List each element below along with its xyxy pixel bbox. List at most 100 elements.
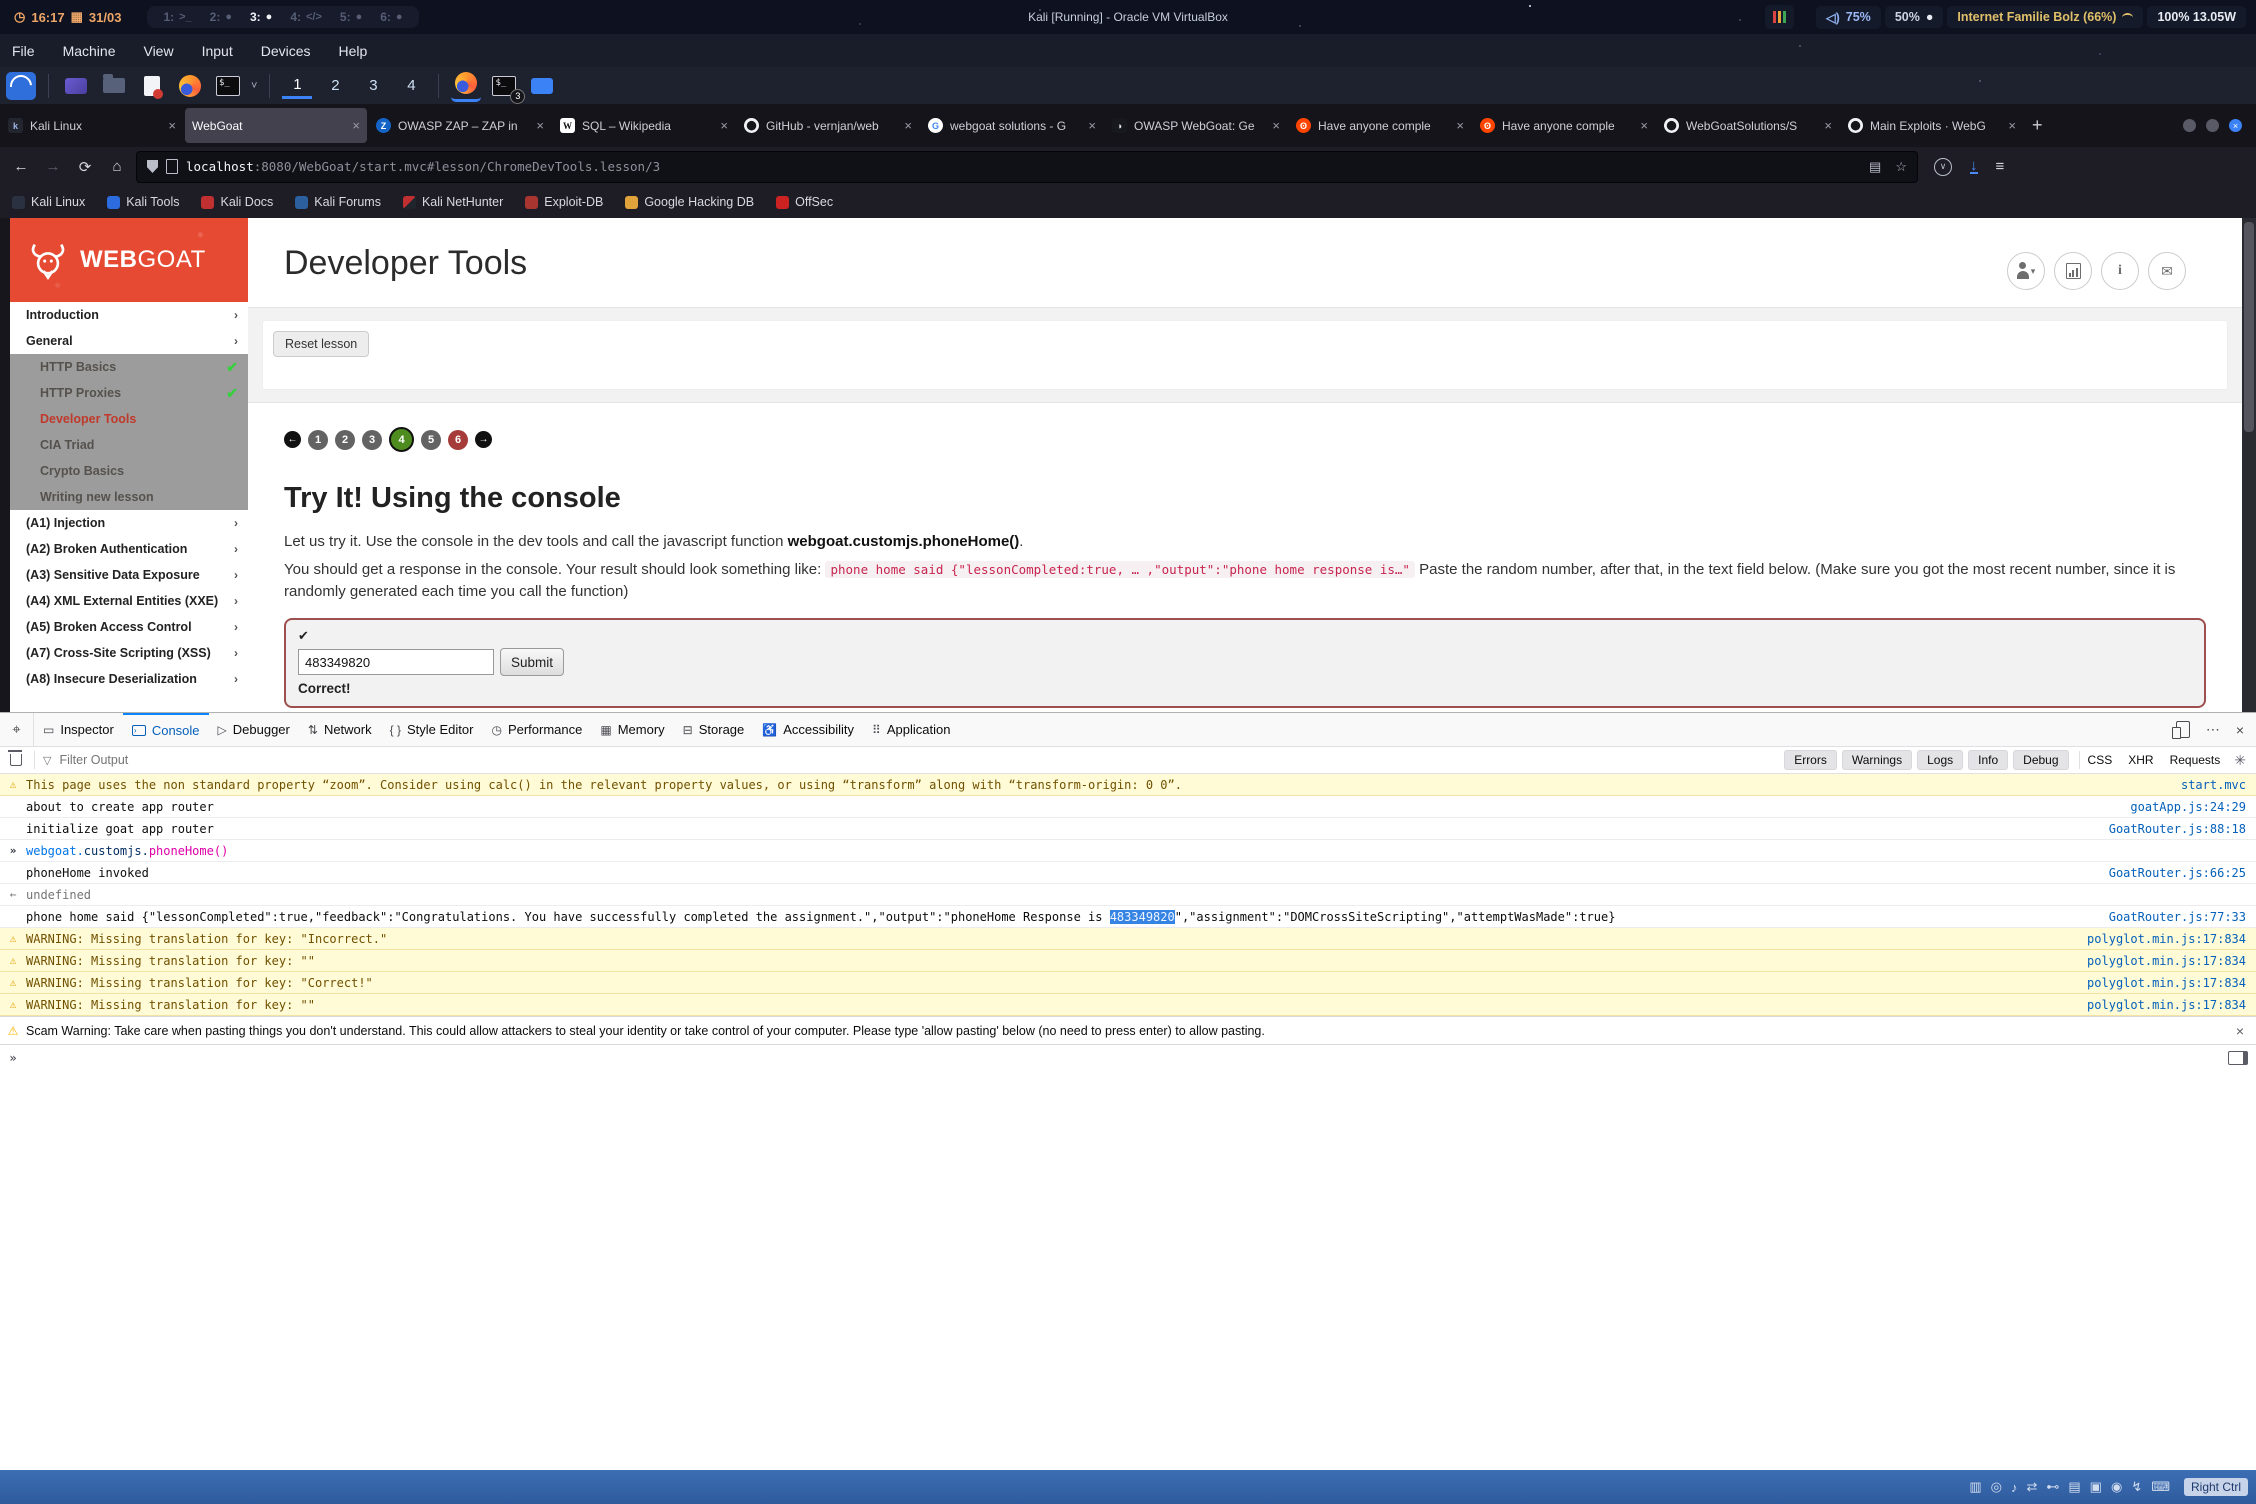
page-1-button[interactable]: 1 bbox=[308, 430, 328, 450]
source-link[interactable]: goatApp.js:24:29 bbox=[2120, 800, 2256, 814]
shared-folders-icon[interactable]: ▤ bbox=[2068, 1479, 2080, 1495]
source-link[interactable]: polyglot.min.js:17:834 bbox=[2077, 954, 2256, 968]
page-2-button[interactable]: 2 bbox=[335, 430, 355, 450]
taskbar-firefox-button[interactable] bbox=[451, 69, 481, 102]
page-scrollbar[interactable] bbox=[2242, 218, 2256, 712]
devtools-menu-icon[interactable]: ⋯ bbox=[2206, 721, 2220, 738]
split-console-icon[interactable] bbox=[2228, 1051, 2248, 1065]
source-link[interactable]: GoatRouter.js:77:33 bbox=[2099, 910, 2256, 924]
prev-page-button[interactable]: ← bbox=[284, 431, 301, 448]
power-indicator[interactable]: 100% 13.05W bbox=[2147, 6, 2246, 28]
devtools-close-icon[interactable]: × bbox=[2236, 722, 2244, 738]
source-link[interactable]: polyglot.min.js:17:834 bbox=[2077, 976, 2256, 990]
tab-kali-linux[interactable]: kKali Linux× bbox=[1, 108, 183, 143]
console-settings-icon[interactable]: ✳ bbox=[2234, 752, 2246, 769]
page-5-button[interactable]: 5 bbox=[421, 430, 441, 450]
filter-xhr-button[interactable]: XHR bbox=[2128, 753, 2153, 767]
back-button[interactable]: ← bbox=[8, 158, 34, 175]
filter-warnings-button[interactable]: Warnings bbox=[1842, 750, 1912, 770]
bookmark-star-icon[interactable]: ☆ bbox=[1895, 159, 1907, 175]
sidebar-item-cia-triad[interactable]: CIA Triad bbox=[10, 432, 248, 458]
downloads-icon[interactable]: ↓ bbox=[1970, 159, 1978, 174]
filter-errors-button[interactable]: Errors bbox=[1784, 750, 1837, 770]
scoreboard-button[interactable] bbox=[2054, 252, 2092, 290]
hdd-icon[interactable]: ▥ bbox=[1969, 1479, 1981, 1495]
console-input-row[interactable]: » bbox=[0, 1045, 2256, 1070]
new-tab-button[interactable]: + bbox=[2032, 115, 2043, 136]
tab-webgoat-solutions-search[interactable]: Gwebgoat solutions - G× bbox=[921, 108, 1103, 143]
sidebar-item-a4-xxe[interactable]: (A4) XML External Entities (XXE)› bbox=[10, 588, 248, 614]
network-indicator[interactable]: Internet Familie Bolz (66%) bbox=[1947, 6, 2143, 28]
menu-view[interactable]: View bbox=[131, 38, 185, 64]
firefox-launcher-button[interactable] bbox=[175, 72, 205, 100]
audio-icon[interactable]: ♪ bbox=[2011, 1480, 2018, 1495]
page-info-icon[interactable] bbox=[166, 159, 178, 174]
sidebar-item-a1-injection[interactable]: (A1) Injection› bbox=[10, 510, 248, 536]
keyboard-indicator-icon[interactable] bbox=[1765, 5, 1794, 29]
sidebar-item-a5-broken-access[interactable]: (A5) Broken Access Control› bbox=[10, 614, 248, 640]
menu-file[interactable]: File bbox=[0, 38, 47, 64]
bookmark-kali-nethunter[interactable]: Kali NetHunter bbox=[403, 195, 503, 209]
taskbar-terminal-button[interactable]: $_3 bbox=[489, 72, 519, 100]
filter-css-button[interactable]: CSS bbox=[2088, 753, 2113, 767]
source-link[interactable]: GoatRouter.js:66:25 bbox=[2099, 866, 2256, 880]
bookmark-exploit-db[interactable]: Exploit-DB bbox=[525, 195, 603, 209]
close-tab-icon[interactable]: × bbox=[720, 118, 728, 133]
responsive-design-icon[interactable] bbox=[2176, 721, 2190, 738]
tab-owasp-zap[interactable]: ZOWASP ZAP – ZAP in× bbox=[369, 108, 551, 143]
filter-output-input[interactable] bbox=[57, 752, 1784, 768]
tracking-protection-shield-icon[interactable] bbox=[147, 160, 158, 173]
close-tab-icon[interactable]: × bbox=[2008, 118, 2016, 133]
text-editor-button[interactable] bbox=[137, 72, 167, 100]
close-tab-icon[interactable]: × bbox=[168, 118, 176, 133]
close-window-button[interactable]: × bbox=[2229, 119, 2242, 132]
submit-button[interactable]: Submit bbox=[500, 648, 564, 676]
close-tab-icon[interactable]: × bbox=[536, 118, 544, 133]
tab-style-editor[interactable]: { }Style Editor bbox=[381, 713, 483, 746]
contact-button[interactable]: ✉ bbox=[2148, 252, 2186, 290]
tab-console-active[interactable]: ›Console bbox=[123, 713, 209, 746]
tab-storage[interactable]: ⊟Storage bbox=[674, 713, 754, 746]
workspace-switcher[interactable]: 1:>_ 2:● 3:● 4:</> 5:● 6:● bbox=[147, 6, 418, 28]
sidebar-item-crypto-basics[interactable]: Crypto Basics bbox=[10, 458, 248, 484]
close-tab-icon[interactable]: × bbox=[352, 118, 360, 133]
menu-help[interactable]: Help bbox=[327, 38, 380, 64]
close-tab-icon[interactable]: × bbox=[1272, 118, 1280, 133]
maximize-button[interactable] bbox=[2206, 119, 2219, 132]
sidebar-item-general[interactable]: General› bbox=[10, 328, 248, 354]
tab-performance[interactable]: ◷Performance bbox=[482, 713, 591, 746]
keyboard-icon[interactable]: ⌨ bbox=[2151, 1479, 2170, 1495]
usb-icon[interactable]: ⊷ bbox=[2046, 1479, 2059, 1495]
close-tab-icon[interactable]: × bbox=[1640, 118, 1648, 133]
downloads-folder-button[interactable] bbox=[527, 72, 557, 100]
menu-devices[interactable]: Devices bbox=[249, 38, 323, 64]
workspace-4[interactable]: 4:</> bbox=[290, 10, 322, 24]
workspace-5[interactable]: 5:● bbox=[340, 10, 362, 24]
minimize-button[interactable] bbox=[2183, 119, 2196, 132]
filter-info-button[interactable]: Info bbox=[1968, 750, 2008, 770]
source-link[interactable]: polyglot.min.js:17:834 bbox=[2077, 932, 2256, 946]
menu-machine[interactable]: Machine bbox=[51, 38, 128, 64]
forward-button[interactable]: → bbox=[40, 158, 66, 175]
workspace-3-active[interactable]: 3:● bbox=[250, 10, 272, 24]
bookmark-google-hacking-db[interactable]: Google Hacking DB bbox=[625, 195, 754, 209]
filter-logs-button[interactable]: Logs bbox=[1917, 750, 1963, 770]
mouse-icon[interactable]: ↯ bbox=[2131, 1479, 2142, 1495]
sidebar-item-writing-new-lesson[interactable]: Writing new lesson bbox=[10, 484, 248, 510]
tab-reddit-2[interactable]: ʘHave anyone comple× bbox=[1473, 108, 1655, 143]
sidebar-item-introduction[interactable]: Introduction› bbox=[10, 302, 248, 328]
next-page-button[interactable]: → bbox=[475, 431, 492, 448]
answer-input[interactable] bbox=[298, 649, 494, 675]
pager-workspace-4[interactable]: 4 bbox=[396, 74, 426, 97]
cd-icon[interactable]: ◎ bbox=[1991, 1479, 2002, 1495]
source-link[interactable]: start.mvc bbox=[2171, 778, 2256, 792]
pick-element-icon[interactable]: ⌖ bbox=[0, 713, 34, 746]
close-tab-icon[interactable]: × bbox=[1088, 118, 1096, 133]
home-button[interactable]: ⌂ bbox=[104, 158, 130, 175]
network-icon[interactable]: ⇄ bbox=[2026, 1479, 2037, 1495]
sidebar-item-http-proxies[interactable]: HTTP Proxies✔ bbox=[10, 380, 248, 406]
pocket-icon[interactable]: ∨ bbox=[1934, 158, 1952, 176]
filter-debug-button[interactable]: Debug bbox=[2013, 750, 2068, 770]
user-menu-button[interactable]: ▾ bbox=[2007, 252, 2045, 290]
url-bar[interactable]: localhost:8080/WebGoat/start.mvc#lesson/… bbox=[136, 151, 1918, 183]
